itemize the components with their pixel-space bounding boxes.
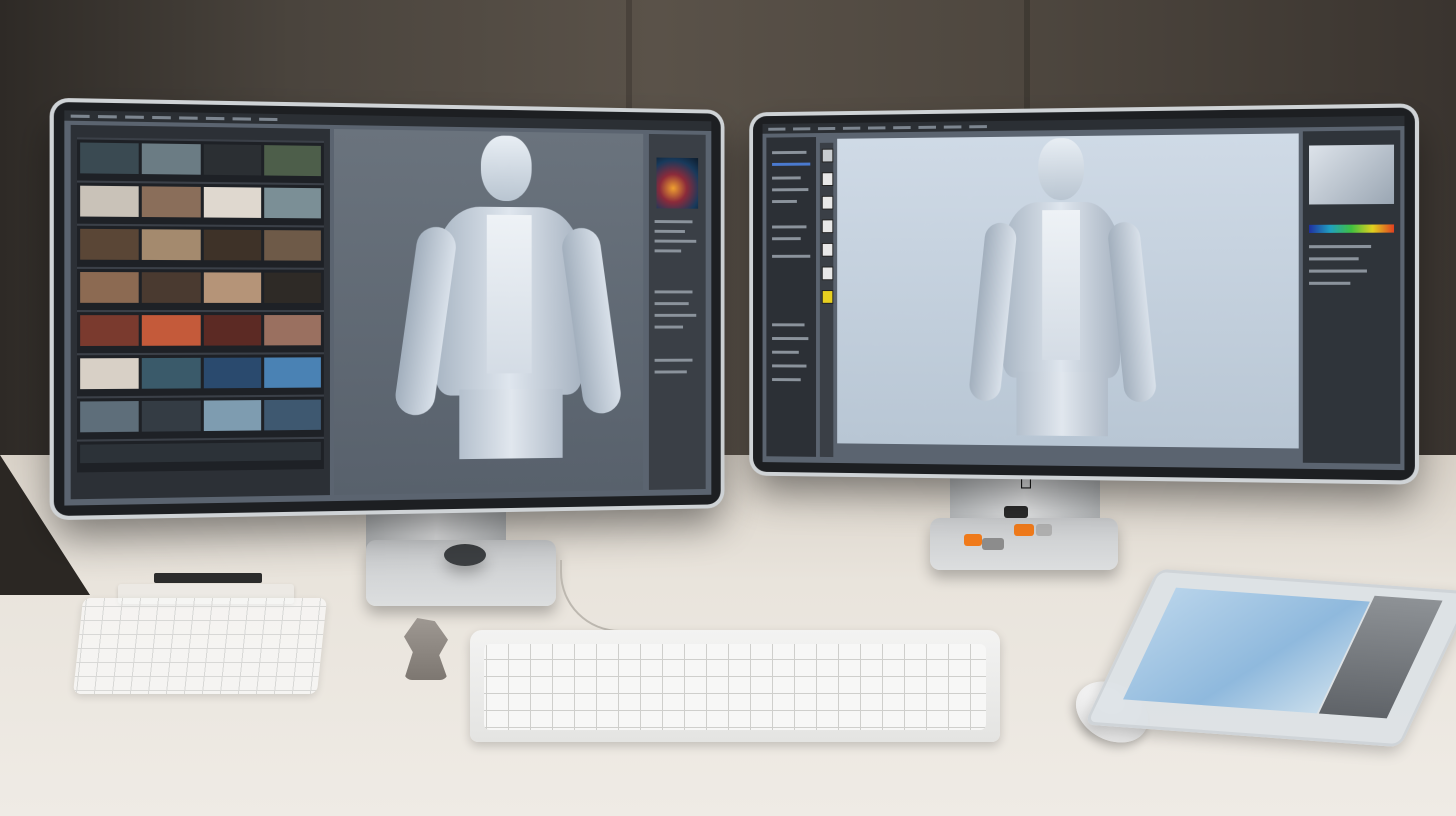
keyboard-cable xyxy=(560,560,792,632)
usb-device-orange xyxy=(964,534,982,546)
color-spectrum[interactable] xyxy=(1309,224,1395,233)
filmstrip-row[interactable] xyxy=(76,180,324,228)
filmstrip-row[interactable] xyxy=(76,137,324,186)
right-screen xyxy=(762,115,1405,471)
filmstrip-row[interactable] xyxy=(76,223,324,270)
left-screen xyxy=(64,110,712,506)
usb-device-gray xyxy=(1036,524,1052,536)
webcam-puck xyxy=(444,544,486,566)
usb-device-orange xyxy=(1014,524,1034,536)
tool-button[interactable] xyxy=(821,172,834,187)
usb-device xyxy=(1004,506,1028,518)
adjustments-panel[interactable] xyxy=(1302,130,1401,464)
media-browser-panel[interactable] xyxy=(70,124,330,500)
mannequin-figure xyxy=(392,130,624,460)
keyboard[interactable] xyxy=(470,630,1000,742)
usb-device-gray xyxy=(982,538,1004,550)
navigator-preview xyxy=(1309,144,1395,205)
tool-button[interactable] xyxy=(821,148,834,163)
properties-panel[interactable] xyxy=(648,133,706,490)
tool-button[interactable] xyxy=(821,266,834,281)
right-monitor xyxy=(753,107,1415,481)
layers-panel[interactable] xyxy=(766,137,817,457)
wall-seam xyxy=(1024,0,1030,110)
left-monitor xyxy=(53,101,721,517)
filmstrip-row[interactable] xyxy=(76,266,324,313)
filmstrip-row[interactable] xyxy=(76,352,324,399)
tool-strip[interactable] xyxy=(819,142,834,458)
keyboard-keys[interactable] xyxy=(484,644,986,730)
wall-seam xyxy=(626,0,632,110)
compact-keyboard[interactable] xyxy=(72,598,328,694)
filmstrip-row[interactable] xyxy=(76,310,324,356)
tool-button[interactable] xyxy=(821,195,834,210)
card-reader xyxy=(154,573,262,583)
preview-thumbnail xyxy=(656,157,699,209)
filmstrip-row[interactable] xyxy=(76,436,324,473)
design-canvas[interactable] xyxy=(837,133,1299,449)
tool-button[interactable] xyxy=(821,219,834,234)
filmstrip-row[interactable] xyxy=(76,394,324,442)
tool-button[interactable] xyxy=(821,290,834,304)
3d-viewport[interactable] xyxy=(333,129,644,496)
tool-button[interactable] xyxy=(821,242,834,257)
mannequin-figure xyxy=(967,135,1158,437)
